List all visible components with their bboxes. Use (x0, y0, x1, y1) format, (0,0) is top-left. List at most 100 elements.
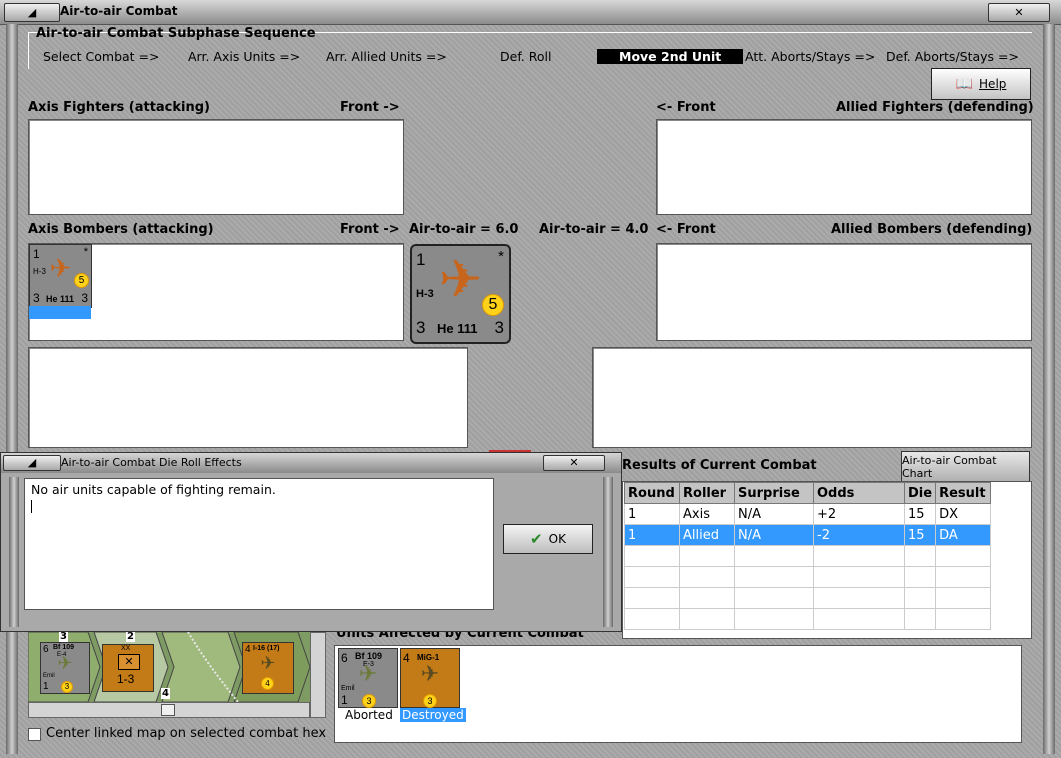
counter-star: * (498, 248, 504, 265)
counter-top-left: 1 (33, 247, 40, 261)
counter-top-left: 1 (416, 250, 426, 269)
cell-roller: Axis (679, 503, 735, 525)
counter-sub: Emil (341, 685, 355, 692)
allied-fighters-front-label: <- Front (656, 100, 716, 115)
dialog-right-rail (603, 477, 613, 627)
allied-air-to-air-value: Air-to-air = 4.0 (539, 222, 649, 237)
table-row (624, 608, 992, 630)
axis-fighters-box[interactable] (28, 119, 404, 215)
table-row (624, 545, 992, 567)
counter-name: Bf 109 (53, 644, 75, 651)
counter-bottom-left: 1 (341, 693, 348, 707)
map-scrollbar-vertical[interactable] (310, 632, 326, 718)
allied-other-box[interactable] (592, 347, 1032, 448)
cell-result: DA (935, 524, 992, 546)
counter-name: Bf 109 (355, 651, 383, 661)
dialog-close-button[interactable]: ✕ (543, 455, 605, 471)
window-menu-button[interactable]: ◢ (4, 3, 60, 22)
seq-select-combat: Select Combat => (43, 49, 160, 64)
scroll-thumb[interactable] (161, 704, 175, 716)
seq-arr-allied: Arr. Allied Units => (326, 49, 447, 64)
counter-code: H-3 (33, 267, 46, 276)
counter-top: 6 (341, 651, 348, 665)
map-counter-bf109[interactable]: 6 Bf 109 E-4 ✈ Emil 1 3 (40, 642, 90, 694)
status-aborted: Aborted (345, 708, 393, 722)
book-icon: 📖 (955, 76, 974, 92)
plane-icon: ✈ (358, 661, 378, 686)
ok-button[interactable]: ✔ OK (503, 524, 593, 554)
counter-name: I-16 (17) (253, 645, 280, 652)
air-combat-chart-button[interactable]: Air-to-air Combat Chart (901, 451, 1030, 482)
counter-sub: Emil (43, 673, 55, 679)
table-row[interactable]: 1 Axis N/A +2 15 DX (624, 503, 992, 525)
axis-other-box[interactable] (28, 347, 468, 448)
mini-map[interactable]: 3 2 4 6 Bf 109 E-4 ✈ Emil 1 3 XX ✕ 1-3 4… (28, 632, 324, 702)
window-title: Air-to-air Combat (60, 4, 178, 18)
col-roller[interactable]: Roller (679, 482, 735, 504)
center-map-label: Center linked map on selected combat hex (46, 726, 327, 741)
sequence-title: Air-to-air Combat Subphase Sequence (36, 26, 316, 41)
table-header: Round Roller Surprise Odds Die Result (624, 482, 992, 504)
cell-surprise: N/A (734, 524, 814, 546)
axis-bombers-label: Axis Bombers (attacking) (28, 222, 214, 237)
plane-icon: ✈ (49, 253, 72, 283)
axis-fighters-label: Axis Fighters (attacking) (28, 100, 210, 115)
col-surprise[interactable]: Surprise (734, 482, 814, 504)
plane-icon: ✈ (420, 661, 440, 686)
unit-counter-he111-small[interactable]: 1 * H-3 ✈ 5 3 He 111 3 (29, 244, 92, 308)
status-destroyed: Destroyed (400, 708, 466, 722)
cell-die: 15 (903, 503, 937, 525)
counter-top: XX (121, 645, 131, 652)
check-icon: ✔ (530, 530, 543, 548)
cell-roller: Allied (679, 524, 735, 546)
counter-star: * (83, 246, 88, 258)
text-cursor (31, 500, 32, 513)
col-round[interactable]: Round (624, 482, 680, 504)
dialog-title-bar: ◢ Air-to-air Combat Die Roll Effects ✕ (1, 453, 621, 473)
dialog-message: No air units capable of fighting remain. (31, 482, 276, 497)
cell-round: 1 (624, 503, 680, 525)
infantry-icon: ✕ (118, 654, 140, 670)
counter-dot: 3 (362, 694, 376, 708)
help-label: Help (979, 77, 1007, 91)
cell-odds: -2 (813, 524, 905, 546)
counter-dot: 4 (261, 677, 274, 690)
cell-surprise: N/A (734, 503, 814, 525)
cell-die: 15 (903, 524, 937, 546)
seq-arr-axis: Arr. Axis Units => (188, 49, 301, 64)
allied-bombers-box[interactable] (656, 243, 1032, 341)
counter-bottom-left: 3 (416, 318, 426, 337)
counter-dot: 5 (482, 294, 504, 316)
close-button[interactable]: ✕ (988, 3, 1050, 22)
plane-icon: ✈ (260, 653, 276, 673)
hex-number: 3 (59, 632, 68, 642)
dialog-message-area[interactable]: No air units capable of fighting remain. (24, 478, 494, 610)
allied-bombers-label: Allied Bombers (defending) (831, 222, 1033, 237)
plane-icon: ✈ (57, 653, 73, 673)
unit-counter-he111-large[interactable]: 1 * H-3 ✈ 5 3 He 111 3 (410, 244, 511, 344)
map-counter-corps[interactable]: XX ✕ 1-3 (102, 644, 154, 692)
table-row[interactable]: 1 Allied N/A -2 15 DA (624, 524, 992, 546)
map-counter-i16[interactable]: 4 I-16 (17) ✈ 4 (242, 642, 294, 694)
help-button[interactable]: 📖 Help (931, 68, 1031, 100)
affected-unit-bf109[interactable]: 6 Bf 109 E-3 ✈ Emil 1 3 (338, 648, 398, 708)
hex-number: 2 (126, 632, 135, 642)
ok-label: OK (548, 532, 566, 546)
affected-unit-mig1[interactable]: 4 MiG-1 ✈ 3 (400, 648, 460, 708)
allied-fighters-label: Allied Fighters (defending) (836, 100, 1034, 115)
center-map-checkbox[interactable] (28, 728, 41, 741)
axis-air-to-air-value: Air-to-air = 6.0 (409, 222, 519, 237)
col-result[interactable]: Result (935, 482, 992, 504)
axis-fighters-front-label: Front -> (340, 100, 400, 115)
map-scrollbar-horizontal[interactable] (28, 702, 310, 718)
counter-top: 6 (43, 644, 49, 655)
seq-move-2nd-unit: Move 2nd Unit (597, 49, 744, 64)
cell-odds: +2 (813, 503, 905, 525)
results-table: Round Roller Surprise Odds Die Result 1 … (624, 482, 992, 630)
allied-fighters-box[interactable] (656, 119, 1032, 215)
col-die[interactable]: Die (903, 482, 937, 504)
dialog-menu-button[interactable]: ◢ (3, 455, 61, 471)
counter-top: 4 (245, 644, 251, 655)
col-odds[interactable]: Odds (813, 482, 905, 504)
left-rail (6, 24, 18, 754)
